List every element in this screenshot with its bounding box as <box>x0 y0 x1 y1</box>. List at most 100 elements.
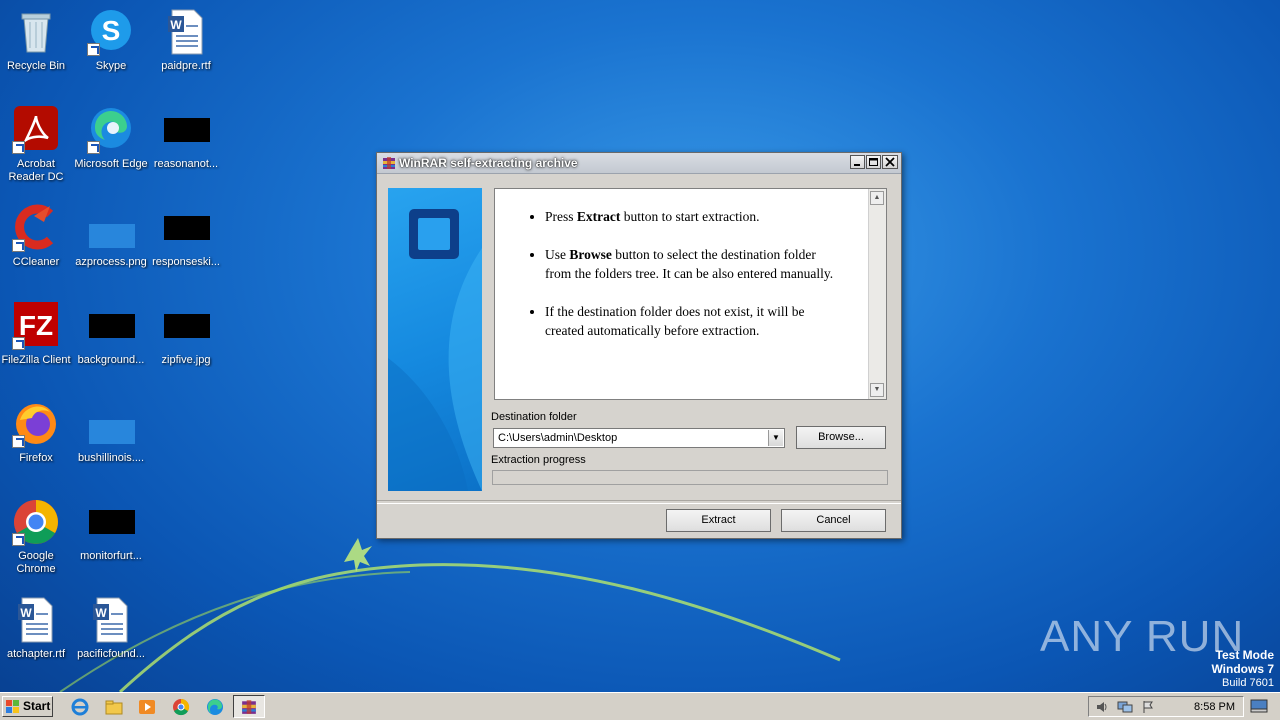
desktop-icon-label: reasonanot... <box>153 158 219 170</box>
desktop-icon-label: paidpre.rtf <box>161 60 211 72</box>
destination-folder-label: Destination folder <box>491 411 577 423</box>
svg-text:W: W <box>170 18 182 32</box>
file-explorer-icon[interactable] <box>104 697 124 717</box>
os-name-label: Windows 7 <box>1211 662 1274 676</box>
image-file-icon <box>87 400 135 448</box>
image-thumbnail <box>89 420 135 444</box>
desktop-icon-label: azprocess.png <box>75 256 147 268</box>
edge-taskbar-icon[interactable] <box>205 697 225 717</box>
desktop-icon-pacificfound[interactable]: W pacificfound... <box>73 596 149 661</box>
chrome-icon <box>12 498 60 546</box>
desktop-icon-recycle-bin[interactable]: Recycle Bin <box>0 8 74 73</box>
desktop-icon-paidpre[interactable]: W paidpre.rtf <box>148 8 224 73</box>
desktop-icon-bushillinois[interactable]: bushillinois.... <box>73 400 149 465</box>
instructions-list: Press Extract button to start extraction… <box>495 189 835 340</box>
desktop-icon-label: Recycle Bin <box>6 60 66 72</box>
desktop-icon-label: Acrobat Reader DC <box>8 158 64 183</box>
desktop-icon-label: pacificfound... <box>77 648 145 660</box>
instructions-scrollbar[interactable]: ▲ ▼ <box>868 189 886 399</box>
winrar-icon <box>383 157 395 169</box>
internet-explorer-icon[interactable] <box>70 697 90 717</box>
instruction-keyword: Extract <box>576 209 621 224</box>
destination-folder-combobox[interactable]: C:\Users\admin\Desktop ▼ <box>493 428 785 448</box>
taskbar-winrar-button[interactable] <box>233 695 265 718</box>
redacted-thumbnail-icon <box>162 302 210 350</box>
show-desktop-icon[interactable] <box>1250 699 1268 713</box>
instruction-keyword: Browse <box>569 247 612 262</box>
desktop-icon-label: FileZilla Client <box>1 354 71 366</box>
maximize-icon <box>869 158 878 166</box>
desktop-icon-background[interactable]: background... <box>73 302 149 367</box>
desktop-icon-chrome[interactable]: Google Chrome <box>0 498 74 576</box>
shortcut-arrow-icon <box>87 43 100 56</box>
instruction-text: button to start extraction. <box>620 209 760 224</box>
volume-icon[interactable] <box>1095 700 1109 714</box>
desktop-icon-reasonanot[interactable]: reasonanot... <box>148 106 224 171</box>
test-mode-notice: Test Mode Windows 7 Build 7601 <box>1211 648 1274 690</box>
scroll-up-arrow-icon[interactable]: ▲ <box>870 191 884 205</box>
shortcut-arrow-icon <box>12 337 25 350</box>
svg-text:W: W <box>95 606 107 620</box>
minimize-icon <box>854 164 860 166</box>
desktop-icon-firefox[interactable]: Firefox <box>0 400 74 465</box>
windows-flag-icon <box>6 700 19 713</box>
word-document-icon: W <box>162 8 210 56</box>
media-player-icon[interactable] <box>137 697 157 717</box>
edge-icon <box>87 106 135 154</box>
redacted-thumbnail <box>89 510 135 534</box>
desktop-icon-atchapter[interactable]: W atchapter.rtf <box>0 596 74 661</box>
network-icon[interactable] <box>1117 700 1133 714</box>
desktop-icon-responseski[interactable]: responseski... <box>148 204 224 269</box>
winrar-taskbar-icon <box>242 700 256 714</box>
window-titlebar[interactable]: WinRAR self-extracting archive <box>377 153 901 174</box>
shortcut-arrow-icon <box>87 141 100 154</box>
instructions-panel: Press Extract button to start extraction… <box>494 188 887 400</box>
start-button[interactable]: Start <box>2 696 53 717</box>
redacted-thumbnail <box>164 314 210 338</box>
desktop-icon-edge[interactable]: Microsoft Edge <box>73 106 149 171</box>
close-button[interactable] <box>882 155 898 169</box>
redacted-thumbnail-icon <box>162 106 210 154</box>
desktop-icon-azprocess[interactable]: azprocess.png <box>73 204 149 269</box>
action-center-flag-icon[interactable] <box>1141 700 1155 714</box>
desktop-icon-label: Firefox <box>19 452 53 464</box>
recycle-bin-icon <box>12 8 60 56</box>
acrobat-icon <box>12 106 60 154</box>
chrome-taskbar-icon[interactable] <box>171 697 191 717</box>
side-banner <box>388 188 482 491</box>
firefox-icon <box>12 400 60 448</box>
redacted-thumbnail <box>164 118 210 142</box>
scroll-down-arrow-icon[interactable]: ▼ <box>870 383 884 397</box>
browse-button[interactable]: Browse... <box>796 426 886 449</box>
image-file-icon <box>87 204 135 252</box>
instruction-text: If the destination folder does not exist… <box>545 304 805 338</box>
desktop-icon-label: background... <box>77 354 145 366</box>
desktop-icon-label: CCleaner <box>12 256 60 268</box>
maximize-button[interactable] <box>866 155 881 169</box>
banner-graphic <box>388 209 482 491</box>
extraction-progress-label: Extraction progress <box>491 454 586 466</box>
svg-text:W: W <box>20 606 32 620</box>
extract-button[interactable]: Extract <box>666 509 771 532</box>
system-tray: 8:58 PM <box>1088 696 1244 717</box>
desktop-icon-label: zipfive.jpg <box>161 354 211 366</box>
winrar-sfx-window: WinRAR self-extracting archive Press Ext… <box>376 152 902 539</box>
desktop-icon-label: atchapter.rtf <box>6 648 66 660</box>
instruction-text: Press <box>545 209 577 224</box>
cancel-button[interactable]: Cancel <box>781 509 886 532</box>
instruction-text: Use <box>545 247 570 262</box>
desktop-icon-label: responseski... <box>152 256 220 268</box>
desktop-icon-zipfive[interactable]: zipfive.jpg <box>148 302 224 367</box>
desktop-icon-label: Skype <box>95 60 127 72</box>
dropdown-arrow-icon[interactable]: ▼ <box>768 430 783 446</box>
desktop-icon-label: Microsoft Edge <box>74 158 148 170</box>
desktop-icon-filezilla[interactable]: FZ FileZilla Client <box>0 302 74 367</box>
desktop-icon-monitorfurt[interactable]: monitorfurt... <box>73 498 149 563</box>
taskbar-clock[interactable]: 8:58 PM <box>1194 701 1235 713</box>
desktop-icon-skype[interactable]: S Skype <box>73 8 149 73</box>
desktop-icon-acrobat[interactable]: Acrobat Reader DC <box>0 106 74 184</box>
desktop-icon-ccleaner[interactable]: CCleaner <box>0 204 74 269</box>
redacted-thumbnail-icon <box>162 204 210 252</box>
minimize-button[interactable] <box>850 155 865 169</box>
destination-folder-value[interactable]: C:\Users\admin\Desktop <box>498 432 617 444</box>
